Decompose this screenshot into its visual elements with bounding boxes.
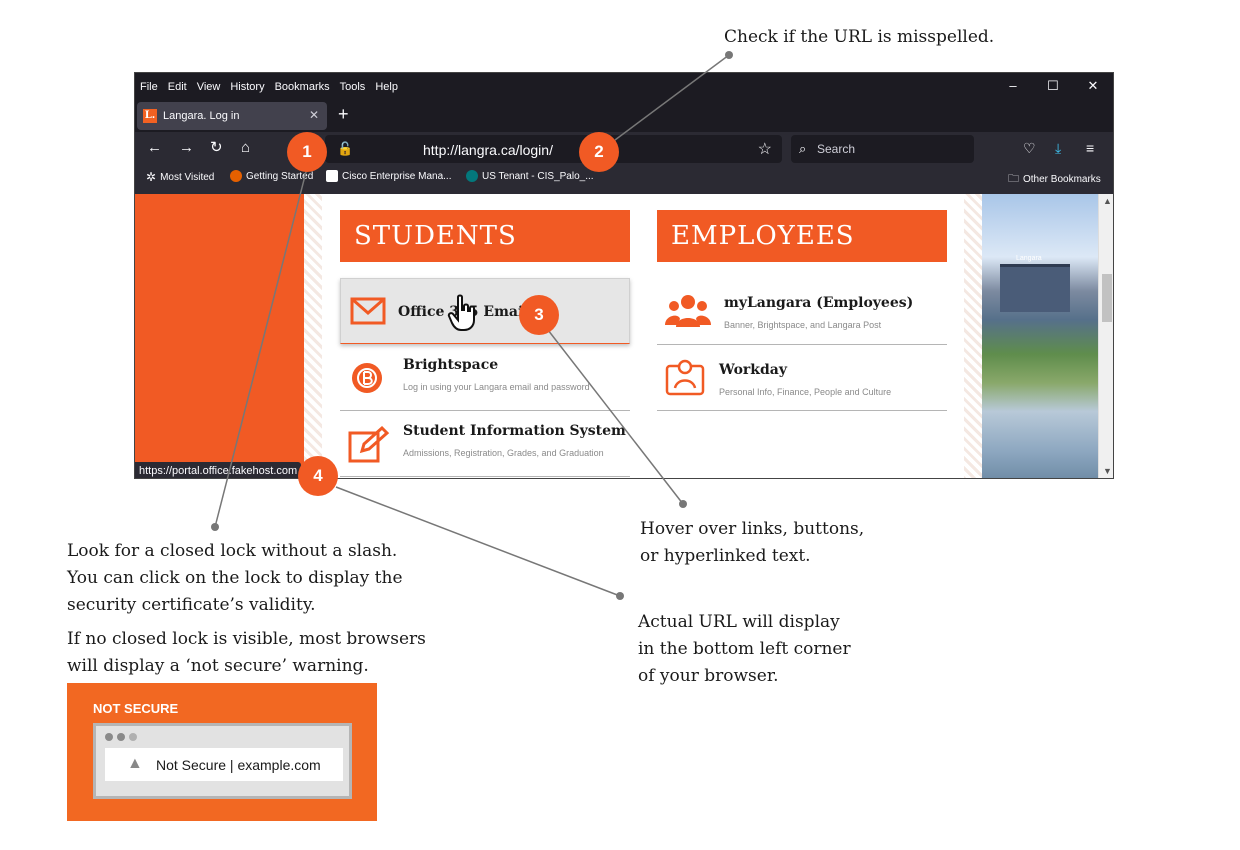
window-dot-icon <box>117 733 125 741</box>
callout-dot-2 <box>725 51 733 59</box>
callout-dot-3 <box>679 500 687 508</box>
callout-dot-4 <box>616 592 624 600</box>
badge-4: 4 <box>298 456 338 496</box>
example-address-bar: ▲ Not Secure | example.com <box>105 748 343 781</box>
callout-line-1 <box>214 167 308 528</box>
window-dot-icon <box>105 733 113 741</box>
example-bar-text: Not Secure | example.com <box>156 757 321 773</box>
warning-triangle-icon: ▲ <box>127 755 143 772</box>
callout-line-2 <box>614 54 730 141</box>
note-url-check: Check if the URL is misspelled. <box>724 27 995 47</box>
not-secure-example: NOT SECURE ▲ Not Secure | example.com <box>67 683 377 821</box>
badge-3: 3 <box>519 295 559 335</box>
note-actual-url: Actual URL will display in the bottom le… <box>638 612 851 686</box>
badge-2: 2 <box>579 132 619 172</box>
callout-dot-1 <box>211 523 219 531</box>
badge-1: 1 <box>287 132 327 172</box>
not-secure-title: NOT SECURE <box>93 701 179 716</box>
note-not-secure: If no closed lock is visible, most brows… <box>67 629 426 676</box>
window-dot-icon <box>129 733 137 741</box>
note-lock: Look for a closed lock without a slash. … <box>67 541 403 615</box>
example-browser-window: ▲ Not Secure | example.com <box>93 723 352 799</box>
note-hover: Hover over links, buttons, or hyperlinke… <box>640 519 865 566</box>
callout-line-3 <box>547 329 684 505</box>
